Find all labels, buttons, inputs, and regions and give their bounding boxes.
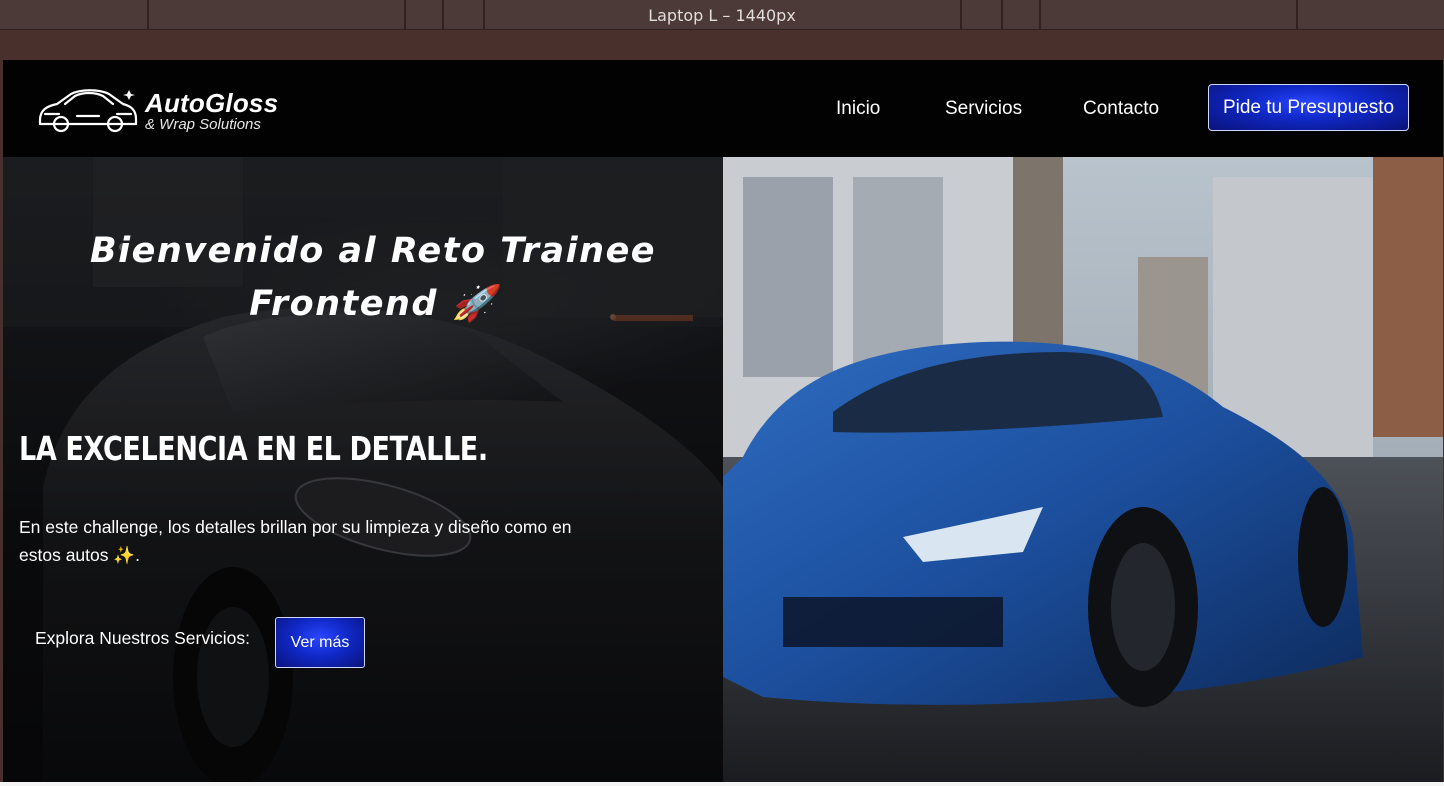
hero-right-panel <box>723 157 1443 782</box>
nav-link-inicio[interactable]: Inicio <box>836 98 880 120</box>
explore-label: Explora Nuestros Servicios: <box>35 628 250 648</box>
hero-description: En este challenge, los detalles brillan … <box>19 517 572 565</box>
car-logo-icon <box>38 89 138 133</box>
hero-tagline: LA EXCELENCIA EN EL DETALLE. <box>19 429 488 468</box>
hero-left-panel: Bienvenido al Reto Trainee Frontend 🚀 LA… <box>3 157 723 782</box>
brand-subtitle: & Wrap Solutions <box>145 116 261 133</box>
hero-title-line-2: Frontend 🚀 <box>249 284 497 324</box>
blue-car-image <box>723 157 1443 782</box>
page-viewport: AutoGloss & Wrap Solutions Inicio Servic… <box>3 60 1443 782</box>
devtools-ruler: Laptop L – 1440px <box>0 0 1444 30</box>
ver-mas-button[interactable]: Ver más <box>275 617 365 668</box>
viewport-size-label: Laptop L – 1440px <box>648 6 796 25</box>
nav-link-contacto[interactable]: Contacto <box>1083 98 1159 120</box>
nav-link-servicios[interactable]: Servicios <box>945 98 1022 120</box>
hero-title: Bienvenido al Reto Trainee Frontend 🚀 <box>43 225 703 331</box>
quote-button[interactable]: Pide tu Presupuesto <box>1208 84 1409 131</box>
hero-section: Bienvenido al Reto Trainee Frontend 🚀 LA… <box>3 157 1443 782</box>
brand-logo[interactable]: AutoGloss & Wrap Solutions <box>37 84 297 136</box>
navbar: AutoGloss & Wrap Solutions Inicio Servic… <box>3 60 1443 157</box>
page-bottom-edge <box>0 782 1444 786</box>
hero-title-line-1: Bienvenido al Reto Trainee <box>89 231 657 271</box>
brand-name: AutoGloss <box>145 88 279 118</box>
